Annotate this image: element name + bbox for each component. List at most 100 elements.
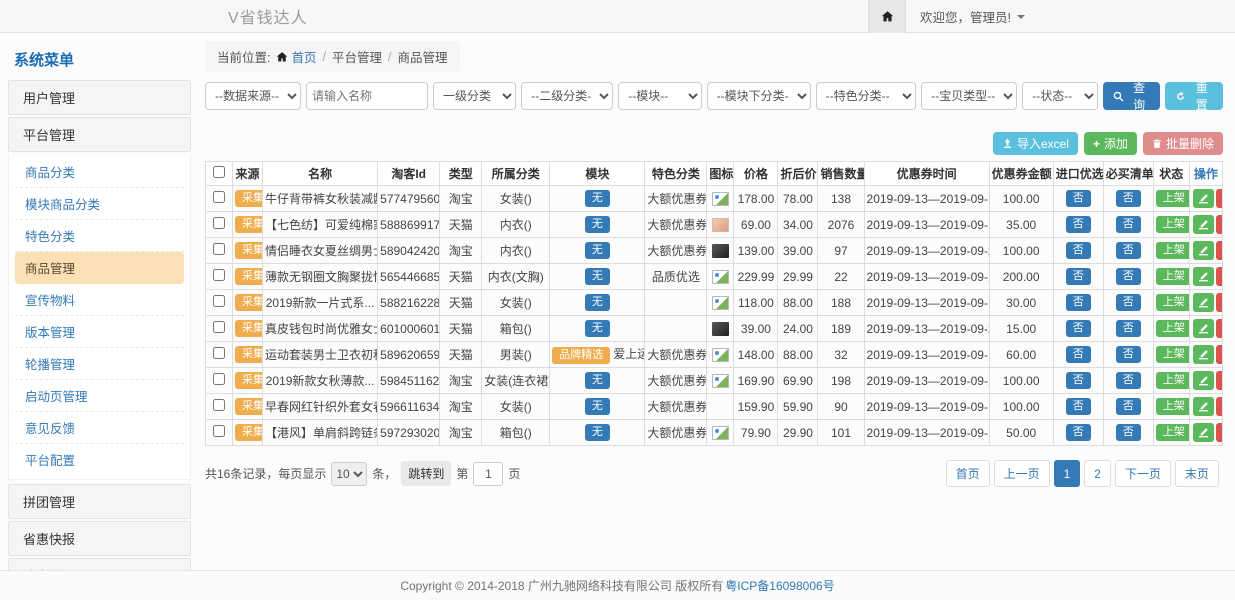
sidebar-item-active[interactable]: 商品管理 — [15, 252, 184, 284]
status-toggle[interactable]: 上架 — [1156, 242, 1190, 260]
must-buy-toggle[interactable]: 否 — [1116, 320, 1141, 338]
sidebar-section[interactable]: 平台管理 — [8, 117, 191, 152]
delete-button[interactable] — [1216, 241, 1223, 260]
name-search-input[interactable] — [306, 82, 428, 110]
row-checkbox[interactable] — [213, 295, 225, 307]
status-toggle[interactable]: 上架 — [1156, 268, 1190, 286]
status-toggle[interactable]: 上架 — [1156, 346, 1190, 364]
import-toggle[interactable]: 否 — [1066, 424, 1091, 442]
import-toggle[interactable]: 否 — [1066, 242, 1091, 260]
pager-prev[interactable]: 上一页 — [994, 460, 1050, 487]
edit-button[interactable] — [1193, 319, 1214, 338]
delete-button[interactable] — [1216, 371, 1223, 390]
pager-page-2[interactable]: 2 — [1084, 460, 1111, 487]
status-toggle[interactable]: 上架 — [1156, 190, 1190, 208]
page-size-select[interactable]: 10 — [331, 462, 367, 486]
filter-select[interactable]: 一级分类 — [433, 82, 516, 110]
row-checkbox[interactable] — [213, 191, 225, 203]
must-buy-toggle[interactable]: 否 — [1116, 242, 1141, 260]
import-toggle[interactable]: 否 — [1066, 268, 1091, 286]
must-buy-toggle[interactable]: 否 — [1116, 294, 1141, 312]
sidebar-item[interactable]: 平台配置 — [15, 444, 184, 475]
sidebar-item[interactable]: 意见反馈 — [15, 412, 184, 444]
status-toggle[interactable]: 上架 — [1156, 320, 1190, 338]
must-buy-toggle[interactable]: 否 — [1116, 268, 1141, 286]
import-toggle[interactable]: 否 — [1066, 190, 1091, 208]
status-toggle[interactable]: 上架 — [1156, 216, 1190, 234]
must-buy-toggle[interactable]: 否 — [1116, 398, 1141, 416]
must-buy-toggle[interactable]: 否 — [1116, 424, 1141, 442]
filter-select[interactable]: --特色分类-- — [816, 82, 917, 110]
select-all-checkbox[interactable] — [213, 166, 225, 178]
add-button[interactable]: + 添加 — [1084, 132, 1137, 155]
reset-button[interactable]: 重置 — [1165, 82, 1223, 110]
edit-button[interactable] — [1193, 215, 1214, 234]
filter-select[interactable]: --模块下分类-- — [707, 82, 811, 110]
delete-button[interactable] — [1216, 267, 1223, 286]
sidebar-item[interactable]: 特色分类 — [15, 220, 184, 252]
import-toggle[interactable]: 否 — [1066, 398, 1091, 416]
breadcrumb-home-link[interactable]: 首页 — [276, 47, 316, 66]
row-checkbox[interactable] — [213, 217, 225, 229]
sidebar-item[interactable]: 版本管理 — [15, 316, 184, 348]
import-toggle[interactable]: 否 — [1066, 216, 1091, 234]
delete-button[interactable] — [1216, 215, 1223, 234]
row-checkbox[interactable] — [213, 243, 225, 255]
filter-select[interactable]: --二级分类-- — [521, 82, 613, 110]
edit-button[interactable] — [1193, 345, 1214, 364]
filter-select[interactable]: --状态-- — [1022, 82, 1098, 110]
edit-button[interactable] — [1193, 371, 1214, 390]
module-badge[interactable]: 无 — [585, 294, 610, 312]
edit-button[interactable] — [1193, 241, 1214, 260]
import-toggle[interactable]: 否 — [1066, 294, 1091, 312]
module-badge[interactable]: 无 — [585, 424, 610, 442]
batch-delete-button[interactable]: 批量删除 — [1143, 132, 1223, 155]
module-badge[interactable]: 无 — [585, 216, 610, 234]
jump-page-input[interactable] — [473, 462, 503, 486]
filter-data-source-select[interactable]: --数据来源-- — [205, 82, 301, 110]
sidebar-section[interactable]: 消息管理 — [8, 558, 191, 570]
edit-button[interactable] — [1193, 189, 1214, 208]
search-button[interactable]: 查询 — [1103, 82, 1161, 110]
home-button[interactable] — [868, 0, 906, 33]
status-toggle[interactable]: 上架 — [1156, 294, 1190, 312]
delete-button[interactable] — [1216, 189, 1223, 208]
import-toggle[interactable]: 否 — [1066, 372, 1091, 390]
sidebar-item[interactable]: 宣传物料 — [15, 284, 184, 316]
row-checkbox[interactable] — [213, 269, 225, 281]
status-toggle[interactable]: 上架 — [1156, 424, 1190, 442]
user-menu[interactable]: 欢迎您，管理员! — [906, 7, 1039, 26]
delete-button[interactable] — [1216, 397, 1223, 416]
row-checkbox[interactable] — [213, 347, 225, 359]
pager-last[interactable]: 末页 — [1175, 460, 1219, 487]
import-excel-button[interactable]: 导入excel — [993, 132, 1078, 155]
row-checkbox[interactable] — [213, 425, 225, 437]
delete-button[interactable] — [1216, 423, 1223, 442]
delete-button[interactable] — [1216, 293, 1223, 312]
sidebar-item[interactable]: 商品分类 — [15, 156, 184, 188]
row-checkbox[interactable] — [213, 373, 225, 385]
delete-button[interactable] — [1216, 345, 1223, 364]
status-toggle[interactable]: 上架 — [1156, 398, 1190, 416]
jump-button[interactable]: 跳转到 — [401, 461, 451, 486]
sidebar-item[interactable]: 轮播管理 — [15, 348, 184, 380]
module-badge[interactable]: 无 — [585, 190, 610, 208]
icp-link[interactable]: 粤ICP备16098006号 — [725, 577, 834, 594]
row-checkbox[interactable] — [213, 399, 225, 411]
module-badge[interactable]: 无 — [585, 372, 610, 390]
row-checkbox[interactable] — [213, 321, 225, 333]
must-buy-toggle[interactable]: 否 — [1116, 190, 1141, 208]
delete-button[interactable] — [1216, 319, 1223, 338]
edit-button[interactable] — [1193, 293, 1214, 312]
must-buy-toggle[interactable]: 否 — [1116, 372, 1141, 390]
edit-button[interactable] — [1193, 397, 1214, 416]
module-badge[interactable]: 无 — [585, 398, 610, 416]
pager-next[interactable]: 下一页 — [1115, 460, 1171, 487]
sidebar-section[interactable]: 省惠快报 — [8, 521, 191, 556]
import-toggle[interactable]: 否 — [1066, 320, 1091, 338]
edit-button[interactable] — [1193, 267, 1214, 286]
filter-select[interactable]: --模块-- — [618, 82, 701, 110]
pager-page-1[interactable]: 1 — [1054, 460, 1081, 487]
module-badge[interactable]: 无 — [585, 320, 610, 338]
module-badge[interactable]: 无 — [585, 242, 610, 260]
